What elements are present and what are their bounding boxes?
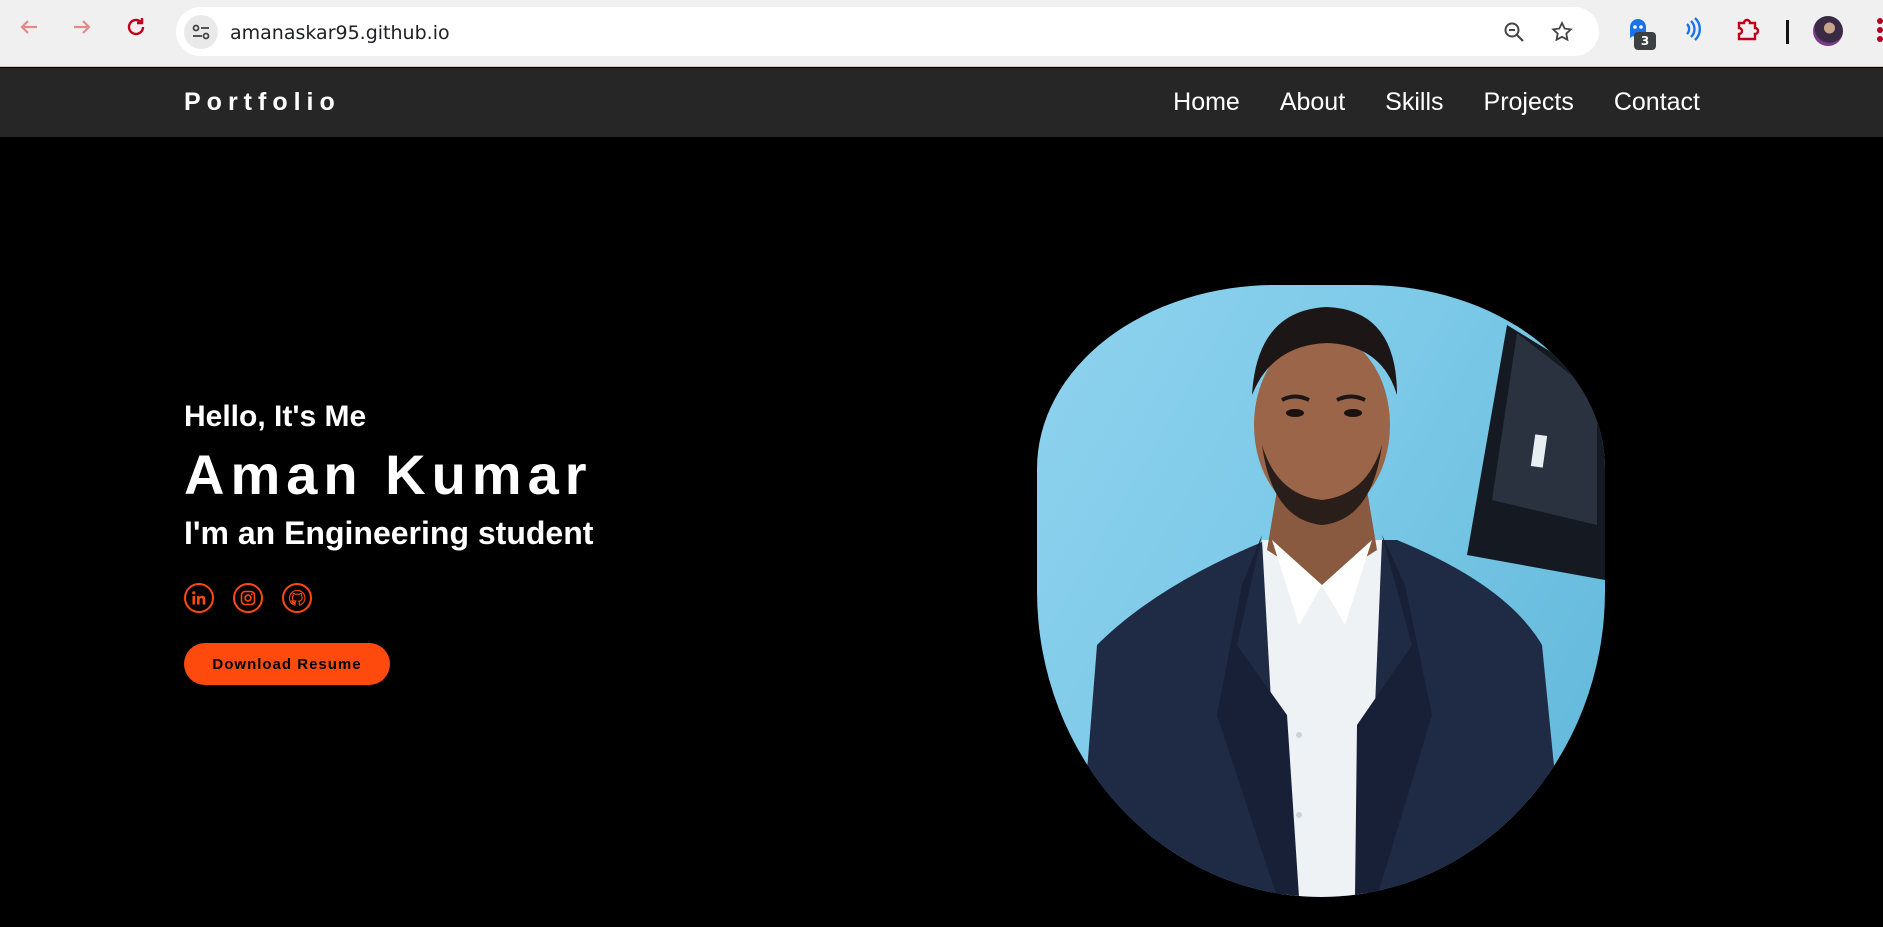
nav-link-skills[interactable]: Skills xyxy=(1385,88,1443,117)
portrait-illustration xyxy=(1077,307,1605,897)
instagram-icon[interactable] xyxy=(233,583,263,613)
extension-badge: 3 xyxy=(1634,32,1656,50)
browser-menu-icon[interactable] xyxy=(1874,18,1883,46)
reload-icon[interactable] xyxy=(121,12,151,42)
hero-name: Aman Kumar xyxy=(184,443,593,506)
url-text[interactable]: amanaskar95.github.io xyxy=(230,22,450,44)
bookmark-star-icon[interactable] xyxy=(1549,19,1575,45)
linkedin-icon[interactable] xyxy=(184,583,214,613)
back-arrow-icon[interactable] xyxy=(14,12,44,42)
hero-greeting: Hello, It's Me xyxy=(184,400,367,433)
extension-wave-icon[interactable] xyxy=(1677,14,1707,44)
social-links xyxy=(184,583,312,613)
site-header: Portfolio Home About Skills Projects Con… xyxy=(0,68,1883,137)
nav-link-projects[interactable]: Projects xyxy=(1484,88,1574,117)
download-resume-button[interactable]: Download Resume xyxy=(184,643,390,685)
toolbar-divider xyxy=(1786,20,1789,44)
forward-arrow-icon[interactable] xyxy=(67,12,97,42)
profile-avatar[interactable] xyxy=(1813,16,1843,46)
address-bar[interactable]: amanaskar95.github.io xyxy=(176,7,1599,56)
nav-link-home[interactable]: Home xyxy=(1173,88,1240,117)
site-nav: Home About Skills Projects Contact xyxy=(1173,88,1700,117)
hero-section: Hello, It's Me Aman Kumar I'm an Enginee… xyxy=(0,137,1883,927)
nav-link-about[interactable]: About xyxy=(1280,88,1345,117)
site-logo[interactable]: Portfolio xyxy=(184,88,341,117)
portrait-photo xyxy=(1037,285,1605,897)
zoom-icon[interactable] xyxy=(1501,19,1527,45)
browser-toolbar: amanaskar95.github.io 3 xyxy=(0,0,1883,67)
extensions-puzzle-icon[interactable] xyxy=(1733,14,1763,44)
github-icon[interactable] xyxy=(282,583,312,613)
nav-link-contact[interactable]: Contact xyxy=(1614,88,1700,117)
hero-role: I'm an Engineering student xyxy=(184,515,594,551)
site-info-icon[interactable] xyxy=(184,15,218,49)
